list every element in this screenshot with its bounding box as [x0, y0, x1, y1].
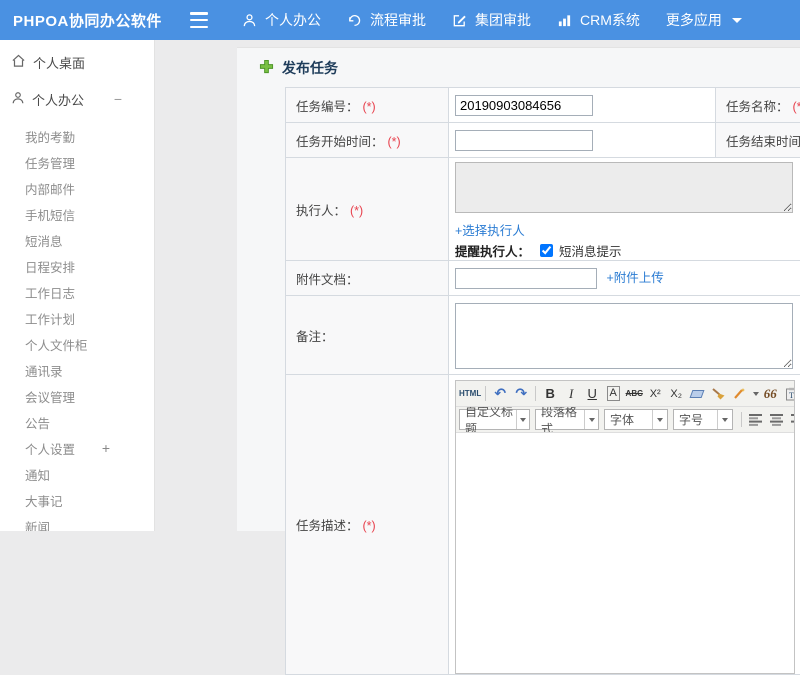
subscript-button[interactable]: X₂ [666, 384, 686, 404]
end-time-label-cell: 任务结束时间：(*) [716, 123, 800, 158]
sidebar-item-schedule[interactable]: 日程安排 [0, 253, 154, 279]
sidebar-item-desktop[interactable]: 个人桌面 [0, 47, 154, 77]
align-right-icon[interactable] [788, 410, 794, 430]
nav-label: 更多应用 [666, 10, 722, 30]
remark-textarea[interactable] [455, 303, 793, 369]
bar-chart-icon [557, 13, 572, 28]
sidebar-item-attendance[interactable]: 我的考勤 [0, 123, 154, 149]
executor-textarea[interactable] [455, 162, 793, 213]
caret-down-icon [589, 418, 595, 422]
sidebar-item-task-management[interactable]: 任务管理 [0, 149, 154, 175]
user-icon [11, 91, 25, 108]
task-name-label-cell: 任务名称：(*) [716, 88, 800, 123]
main-content: 发布任务 任务编号：(*) 任务名称：(*) 任务开始时间：(*) 任务结束时间… [237, 47, 800, 531]
caret-down-icon [722, 418, 728, 422]
sidebar-item-contacts[interactable]: 通讯录 [0, 357, 154, 383]
top-nav: 个人办公 流程审批 集团审批 CRM系统 更多应用 [242, 10, 742, 30]
home-icon [11, 54, 26, 71]
executor-label-cell: 执行人：(*) [286, 158, 449, 261]
top-bar: PHPOA协同办公软件 个人办公 流程审批 集团审批 CRM系统 [0, 0, 800, 40]
collapse-icon[interactable]: − [114, 91, 122, 107]
svg-text:T: T [789, 391, 794, 400]
html-source-button[interactable]: HTML [459, 384, 481, 404]
attachment-upload-link[interactable]: +附件上传 [606, 267, 663, 286]
attachment-input[interactable] [455, 268, 597, 289]
bold-button[interactable]: B [540, 384, 560, 404]
align-left-icon[interactable] [746, 410, 766, 430]
add-plus-icon [259, 59, 274, 77]
caret-down-icon [732, 18, 742, 23]
undo-icon[interactable]: ↶ [490, 384, 510, 404]
task-number-input[interactable] [455, 95, 593, 116]
caret-down-icon [520, 418, 526, 422]
sidebar-item-work-log[interactable]: 工作日志 [0, 279, 154, 305]
publish-task-form: 任务编号：(*) 任务名称：(*) 任务开始时间：(*) 任务结束时间：(*) … [285, 87, 800, 675]
magic-pen-icon[interactable] [729, 384, 749, 404]
sidebar-item-mobile-sms[interactable]: 手机短信 [0, 201, 154, 227]
description-editor-area[interactable] [456, 433, 794, 673]
sidebar-item-label: 个人办公 [32, 90, 84, 109]
nav-group-approval[interactable]: 集团审批 [452, 10, 531, 30]
format-brush-icon[interactable] [708, 384, 728, 404]
remind-executor-label: 提醒执行人： [455, 241, 530, 260]
nav-label: 集团审批 [475, 10, 531, 30]
start-time-input[interactable] [455, 130, 593, 151]
task-number-label-cell: 任务编号：(*) [286, 88, 449, 123]
heading-select[interactable]: 自定义标题 [459, 409, 530, 430]
nav-crm-system[interactable]: CRM系统 [557, 10, 640, 30]
history-icon [347, 13, 362, 28]
page-title: 发布任务 [259, 58, 338, 78]
sidebar-item-short-message[interactable]: 短消息 [0, 227, 154, 253]
nav-label: 个人办公 [265, 10, 321, 30]
highlight-button[interactable]: A [607, 386, 620, 401]
align-center-icon[interactable] [767, 410, 787, 430]
italic-button[interactable]: I [561, 384, 581, 404]
choose-executor-link[interactable]: +选择执行人 [455, 220, 525, 239]
strikethrough-button[interactable]: ABC [624, 384, 644, 404]
attachment-label-cell: 附件文档： [286, 261, 449, 296]
sms-remind-label: 短消息提示 [559, 241, 622, 260]
menu-icon[interactable] [190, 12, 212, 28]
sidebar-item-news[interactable]: 新闻 [0, 513, 154, 531]
description-label-cell: 任务描述：(*) [286, 375, 449, 675]
sidebar-item-announcement[interactable]: 公告 [0, 409, 154, 435]
sidebar-submenu: 我的考勤 任务管理 内部邮件 手机短信 短消息 日程安排 工作日志 工作计划 个… [0, 123, 154, 531]
redo-icon[interactable]: ↷ [511, 384, 531, 404]
underline-button[interactable]: U [582, 384, 602, 404]
superscript-button[interactable]: X² [645, 384, 665, 404]
magic-pen-caret[interactable] [753, 392, 759, 396]
sidebar: 个人桌面 个人办公 − 我的考勤 任务管理 内部邮件 手机短信 短消息 日程安排… [0, 40, 155, 531]
eraser-icon[interactable] [687, 384, 707, 404]
nav-label: 流程审批 [370, 10, 426, 30]
sidebar-item-personal-settings[interactable]: 个人设置+ [0, 435, 154, 461]
editor-toolbar-row1: HTML ↶ ↷ B I U A ABC X² X₂ [456, 381, 794, 407]
nav-label: CRM系统 [580, 10, 640, 30]
sidebar-item-work-plan[interactable]: 工作计划 [0, 305, 154, 331]
font-family-select[interactable]: 字体 [604, 409, 668, 430]
user-icon [242, 13, 257, 28]
sidebar-item-notification[interactable]: 通知 [0, 461, 154, 487]
remark-label-cell: 备注： [286, 296, 449, 375]
sidebar-item-memorabilia[interactable]: 大事记 [0, 487, 154, 513]
rich-text-editor: HTML ↶ ↷ B I U A ABC X² X₂ [455, 380, 795, 674]
nav-personal-office[interactable]: 个人办公 [242, 10, 321, 30]
start-time-label-cell: 任务开始时间：(*) [286, 123, 449, 158]
nav-process-approval[interactable]: 流程审批 [347, 10, 426, 30]
paragraph-format-select[interactable]: 段落格式 [535, 409, 599, 430]
sidebar-item-label: 个人桌面 [33, 53, 85, 72]
sidebar-item-meeting-management[interactable]: 会议管理 [0, 383, 154, 409]
edit-icon [452, 13, 467, 28]
sms-remind-checkbox[interactable] [540, 244, 553, 257]
sidebar-item-file-cabinet[interactable]: 个人文件柜 [0, 331, 154, 357]
paste-icon[interactable]: T [781, 384, 794, 404]
expand-icon[interactable]: + [102, 440, 110, 456]
blockquote-button[interactable]: 66 [760, 384, 780, 404]
app-brand: PHPOA协同办公软件 [0, 10, 178, 31]
caret-down-icon [657, 418, 663, 422]
sidebar-item-personal-office[interactable]: 个人办公 − [0, 84, 154, 114]
sidebar-item-internal-mail[interactable]: 内部邮件 [0, 175, 154, 201]
font-size-select[interactable]: 字号 [673, 409, 733, 430]
nav-more-apps[interactable]: 更多应用 [666, 10, 742, 30]
editor-toolbar-row2: 自定义标题 段落格式 字体 字号 [456, 407, 794, 433]
